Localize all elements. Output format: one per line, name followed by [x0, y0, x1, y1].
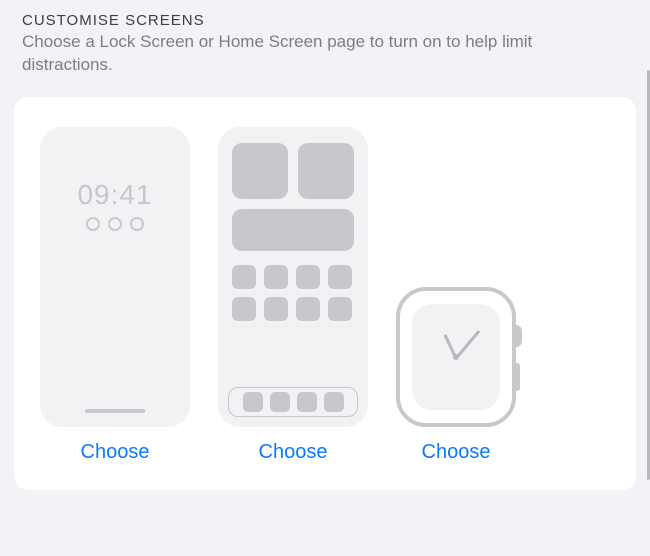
watch-side-button-icon	[514, 363, 520, 391]
lock-screen-option: 09:41 Choose	[40, 127, 190, 464]
widget-wide-icon	[232, 209, 354, 251]
section-title: CUSTOMISE SCREENS	[22, 12, 628, 29]
watch-face-preview[interactable]	[396, 287, 516, 427]
lock-screen-preview[interactable]: 09:41	[40, 127, 190, 427]
choose-watch-face-button[interactable]: Choose	[422, 441, 491, 464]
choose-lock-screen-button[interactable]: Choose	[81, 441, 150, 464]
choose-home-screen-button[interactable]: Choose	[259, 441, 328, 464]
customise-screens-card: 09:41 Choose Choose	[14, 97, 636, 490]
watch-face-icon	[412, 304, 500, 410]
watch-body-icon	[396, 287, 516, 427]
watch-crown-icon	[512, 325, 522, 347]
lock-screen-widgets-icon	[86, 217, 144, 231]
lock-screen-time: 09:41	[77, 179, 152, 211]
dock-icon	[228, 387, 358, 417]
watch-face-option: Choose	[396, 287, 516, 464]
section-description: Choose a Lock Screen or Home Screen page…	[22, 31, 628, 77]
home-screen-preview[interactable]	[218, 127, 368, 427]
widget-row-icon	[232, 143, 354, 199]
watch-pivot-icon	[453, 354, 459, 360]
app-grid-icon	[232, 265, 354, 321]
home-screen-option: Choose	[218, 127, 368, 464]
home-indicator-icon	[85, 409, 145, 413]
